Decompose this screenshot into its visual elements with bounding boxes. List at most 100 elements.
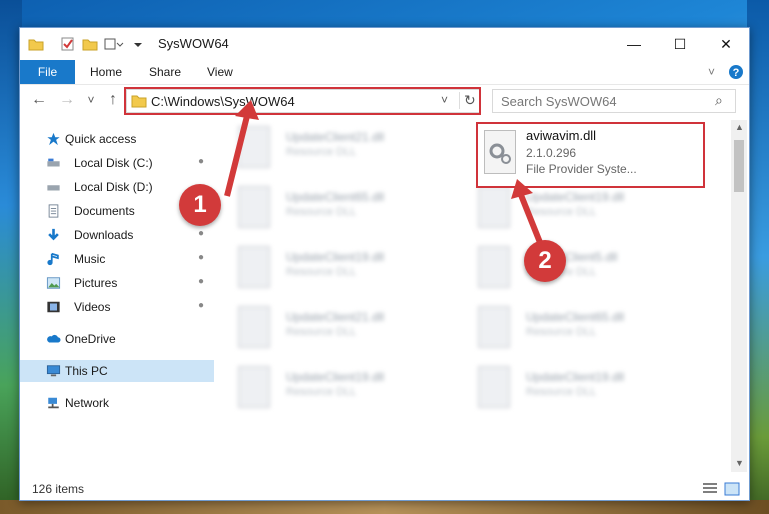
folder-icon bbox=[28, 39, 44, 51]
properties-icon[interactable] bbox=[60, 36, 76, 52]
sidebar-item-onedrive[interactable]: OneDrive bbox=[20, 328, 214, 350]
expand-ribbon-icon[interactable]: ˅ bbox=[708, 65, 715, 79]
desktop-right bbox=[747, 0, 769, 514]
new-folder-icon[interactable] bbox=[82, 36, 98, 52]
svg-text:?: ? bbox=[733, 67, 740, 79]
tab-view[interactable]: View bbox=[207, 65, 233, 79]
pin-icon[interactable]: ● bbox=[198, 228, 204, 239]
documents-icon bbox=[48, 204, 59, 218]
pin-icon[interactable]: ● bbox=[198, 252, 204, 263]
large-icons-view-icon[interactable] bbox=[724, 482, 740, 496]
step-badge-1: 1 bbox=[179, 184, 221, 226]
file-name: UpdateClient21.dll bbox=[286, 310, 385, 324]
pin-icon[interactable]: ● bbox=[198, 156, 204, 167]
navigation-bar: ← → ˅ ↑ C:\Windows\SysWOW64 ˅ ↻ Search S… bbox=[20, 85, 749, 115]
close-button[interactable]: ✕ bbox=[703, 28, 749, 60]
search-box[interactable]: Search SysWOW64 ⌕ bbox=[492, 89, 736, 113]
navigation-pane: Quick access Local Disk (C:) ● Local Dis… bbox=[20, 120, 214, 460]
sidebar-item-label: Local Disk (C:) bbox=[74, 156, 153, 170]
back-button[interactable]: ← bbox=[30, 91, 48, 109]
drive-icon bbox=[47, 185, 60, 191]
recent-locations-button[interactable]: ˅ bbox=[82, 91, 100, 109]
customize-quick-access-icon[interactable] bbox=[104, 36, 124, 52]
up-button[interactable]: ↑ bbox=[104, 91, 122, 109]
vertical-scrollbar[interactable]: ▲ ▼ bbox=[731, 120, 747, 472]
dll-file-icon bbox=[238, 366, 270, 408]
file-type: Resource DLL bbox=[286, 266, 357, 278]
explorer-window: SysWOW64 — ☐ ✕ File Home Share View ˅ ? … bbox=[19, 27, 750, 501]
step-badge-2: 2 bbox=[524, 240, 566, 282]
sidebar-item-label: Pictures bbox=[74, 276, 118, 290]
list-item[interactable]: UpdateClient65.dll Resource DLL bbox=[456, 304, 656, 352]
scroll-down-icon[interactable]: ▼ bbox=[735, 458, 744, 468]
details-view-icon[interactable] bbox=[702, 482, 718, 496]
dll-file-icon bbox=[238, 306, 270, 348]
tab-home[interactable]: Home bbox=[90, 65, 122, 79]
forward-button[interactable]: → bbox=[58, 91, 76, 109]
download-icon bbox=[48, 228, 59, 241]
list-item[interactable]: UpdateClient21.dll Resource DLL bbox=[216, 304, 416, 352]
minimize-button[interactable]: — bbox=[611, 28, 657, 60]
pin-icon[interactable]: ● bbox=[198, 276, 204, 287]
dll-file-icon bbox=[478, 306, 510, 348]
sidebar-item-label: Quick access bbox=[65, 132, 137, 146]
search-input[interactable]: Search SysWOW64 bbox=[501, 94, 617, 109]
file-type: Resource DLL bbox=[286, 326, 357, 338]
desktop-taskbar-edge bbox=[0, 500, 769, 514]
file-name: UpdateClient19.dll bbox=[286, 370, 385, 384]
sidebar-item-downloads[interactable]: Downloads ● bbox=[20, 224, 214, 246]
sidebar-item-this-pc[interactable]: This PC bbox=[20, 360, 214, 382]
pictures-icon bbox=[46, 277, 61, 289]
list-item[interactable]: UpdateClient19.dll Resource DLL bbox=[216, 364, 416, 412]
list-item[interactable]: UpdateClient19.dll Resource DLL bbox=[216, 244, 416, 292]
sidebar-item-network[interactable]: Network bbox=[20, 392, 214, 414]
arrow-annotation-1 bbox=[224, 100, 259, 197]
file-name: UpdateClient65.dll bbox=[526, 310, 625, 324]
dll-file-icon bbox=[478, 366, 510, 408]
status-bar: 126 items bbox=[20, 478, 749, 500]
network-icon bbox=[48, 397, 59, 409]
search-icon[interactable]: ⌕ bbox=[715, 92, 723, 109]
sidebar-item-label: Music bbox=[74, 252, 106, 266]
sidebar-item-quick-access[interactable]: Quick access bbox=[20, 128, 214, 150]
ribbon-tabs: File Home Share View ˅ ? bbox=[20, 60, 749, 85]
videos-icon bbox=[47, 301, 60, 313]
tab-share[interactable]: Share bbox=[149, 65, 181, 79]
item-count: 126 items bbox=[32, 482, 85, 496]
music-icon bbox=[47, 252, 59, 266]
drive-icon bbox=[47, 158, 60, 167]
file-name: UpdateClient19.dll bbox=[286, 250, 385, 264]
file-type: Resource DLL bbox=[526, 386, 597, 398]
computer-icon bbox=[46, 365, 61, 377]
selected-file-description: File Provider Syste... bbox=[526, 162, 637, 176]
file-type: Resource DLL bbox=[286, 386, 357, 398]
title-bar: SysWOW64 — ☐ ✕ bbox=[20, 28, 749, 60]
tab-file[interactable]: File bbox=[20, 60, 75, 84]
sidebar-item-label: Videos bbox=[74, 300, 111, 314]
cloud-icon bbox=[47, 334, 61, 343]
maximize-button[interactable]: ☐ bbox=[657, 28, 703, 60]
sidebar-item-pictures[interactable]: Pictures ● bbox=[20, 272, 214, 294]
pin-icon[interactable]: ● bbox=[198, 300, 204, 311]
sidebar-item-music[interactable]: Music ● bbox=[20, 248, 214, 270]
list-item[interactable]: UpdateClient19.dll Resource DLL bbox=[456, 364, 656, 412]
sidebar-item-label: Downloads bbox=[74, 228, 134, 242]
sidebar-item-videos[interactable]: Videos ● bbox=[20, 296, 214, 318]
sidebar-item-label: Local Disk (D:) bbox=[74, 180, 153, 194]
selected-file-name: aviwavim.dll bbox=[526, 128, 597, 143]
sidebar-item-label: This PC bbox=[65, 364, 108, 378]
dll-file-icon bbox=[238, 246, 270, 288]
star-icon bbox=[47, 132, 60, 146]
gear-file-icon bbox=[484, 130, 516, 174]
window-title: SysWOW64 bbox=[158, 36, 229, 51]
scroll-up-icon[interactable]: ▲ bbox=[735, 122, 744, 132]
sidebar-item-label: OneDrive bbox=[65, 332, 116, 346]
arrow-annotation-2 bbox=[511, 179, 548, 257]
help-icon[interactable]: ? bbox=[728, 64, 744, 80]
sidebar-item-local-disk-c[interactable]: Local Disk (C:) ● bbox=[20, 152, 214, 174]
dropdown-arrow-icon[interactable] bbox=[132, 36, 144, 52]
scrollbar-thumb[interactable] bbox=[734, 140, 744, 192]
sidebar-item-label: Documents bbox=[74, 204, 135, 218]
selected-file-version: 2.1.0.296 bbox=[526, 146, 577, 160]
sidebar-item-label: Network bbox=[65, 396, 110, 410]
